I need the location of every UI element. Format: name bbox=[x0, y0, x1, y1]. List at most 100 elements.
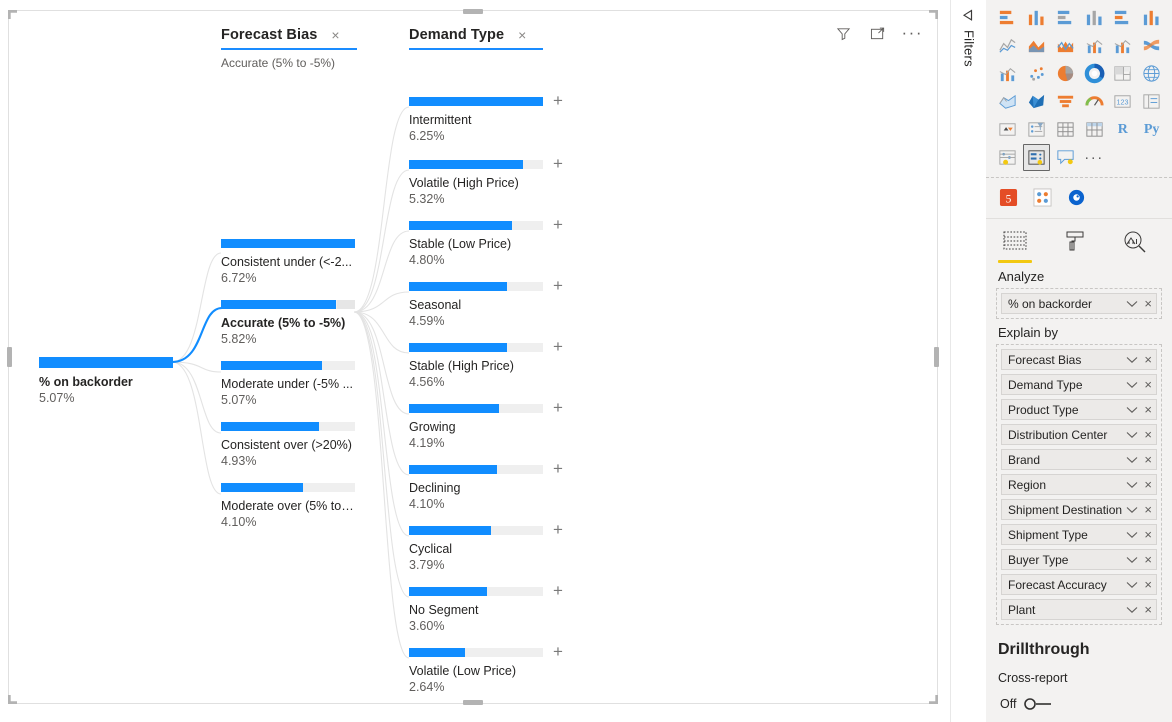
r-script-visual-icon[interactable]: R bbox=[1109, 116, 1136, 143]
column-close-icon[interactable]: × bbox=[518, 27, 526, 43]
html-visual-icon[interactable]: 5 bbox=[994, 184, 1022, 210]
field-chip-explain-by[interactable]: Plant × bbox=[1001, 599, 1157, 620]
resize-handle-bottom-left[interactable] bbox=[8, 695, 17, 704]
pie-chart-icon[interactable] bbox=[1052, 60, 1079, 87]
tree-node[interactable]: + Intermittent 6.25% bbox=[409, 92, 563, 143]
expand-node-icon[interactable]: + bbox=[553, 460, 563, 478]
chevron-down-icon[interactable] bbox=[1126, 456, 1138, 464]
tree-root-node[interactable]: % on backorder 5.07% bbox=[39, 357, 173, 405]
decomposition-tree-visual[interactable]: ··· Forecast Bias × Accurate (5% to -5%)… bbox=[7, 9, 939, 705]
remove-field-icon[interactable]: × bbox=[1144, 353, 1152, 366]
tree-node[interactable]: + Volatile (High Price) 5.32% bbox=[409, 155, 563, 206]
tree-node-selected[interactable]: Accurate (5% to -5%) 5.82% bbox=[221, 300, 355, 346]
python-visual-icon[interactable]: Py bbox=[1138, 116, 1165, 143]
field-chip-explain-by[interactable]: Region × bbox=[1001, 474, 1157, 495]
filters-pane-collapsed[interactable]: Filters bbox=[950, 0, 988, 722]
decomposition-tree-icon[interactable] bbox=[1022, 144, 1050, 171]
tree-node[interactable]: Moderate under (-5% ... 5.07% bbox=[221, 361, 355, 407]
stacked-area-chart-icon[interactable] bbox=[1052, 32, 1079, 59]
chevron-down-icon[interactable] bbox=[1126, 356, 1138, 364]
stacked-bar-chart-icon[interactable] bbox=[994, 4, 1021, 31]
field-chip-analyze[interactable]: % on backorder × bbox=[1001, 293, 1157, 314]
qa-visual-icon[interactable] bbox=[1052, 144, 1079, 171]
remove-field-icon[interactable]: × bbox=[1144, 478, 1152, 491]
fields-tab[interactable] bbox=[998, 229, 1032, 263]
cross-report-toggle-row[interactable]: Off bbox=[986, 685, 1172, 711]
paginated-report-icon[interactable] bbox=[1062, 184, 1090, 210]
column-close-icon[interactable]: × bbox=[331, 27, 339, 43]
tree-node[interactable]: + No Segment 3.60% bbox=[409, 582, 563, 633]
tree-node[interactable]: + Growing 4.19% bbox=[409, 399, 563, 450]
remove-field-icon[interactable]: × bbox=[1144, 528, 1152, 541]
chevron-down-icon[interactable] bbox=[1126, 556, 1138, 564]
field-chip-explain-by[interactable]: Demand Type × bbox=[1001, 374, 1157, 395]
100-stacked-bar-chart-icon[interactable] bbox=[1109, 4, 1136, 31]
field-chip-explain-by[interactable]: Distribution Center × bbox=[1001, 424, 1157, 445]
chevron-down-icon[interactable] bbox=[1126, 406, 1138, 414]
resize-handle-right[interactable] bbox=[934, 347, 939, 367]
waterfall-chart-icon[interactable] bbox=[994, 60, 1021, 87]
map-icon[interactable] bbox=[1138, 60, 1165, 87]
analyze-field-well[interactable]: % on backorder × bbox=[996, 288, 1162, 319]
chevron-down-icon[interactable] bbox=[1126, 581, 1138, 589]
expand-node-icon[interactable]: + bbox=[553, 399, 563, 417]
field-chip-explain-by[interactable]: Product Type × bbox=[1001, 399, 1157, 420]
shape-map-icon[interactable] bbox=[1023, 88, 1050, 115]
collapse-arrow-icon[interactable] bbox=[960, 8, 977, 26]
chevron-down-icon[interactable] bbox=[1126, 300, 1138, 308]
resize-handle-top[interactable] bbox=[463, 9, 483, 14]
expand-node-icon[interactable]: + bbox=[553, 216, 563, 234]
tree-node[interactable]: Consistent over (>20%) 4.93% bbox=[221, 422, 355, 468]
tree-node[interactable]: + Cyclical 3.79% bbox=[409, 521, 563, 572]
multi-row-card-icon[interactable] bbox=[1138, 88, 1165, 115]
key-influencers-icon[interactable] bbox=[994, 144, 1021, 171]
chevron-down-icon[interactable] bbox=[1126, 431, 1138, 439]
remove-field-icon[interactable]: × bbox=[1144, 603, 1152, 616]
tree-node[interactable]: Moderate over (5% to ... 4.10% bbox=[221, 483, 355, 529]
donut-chart-icon[interactable] bbox=[1081, 60, 1108, 87]
tree-node[interactable]: + Stable (High Price) 4.56% bbox=[409, 338, 563, 389]
chevron-down-icon[interactable] bbox=[1126, 606, 1138, 614]
expand-node-icon[interactable]: + bbox=[553, 277, 563, 295]
ribbon-chart-icon[interactable] bbox=[1138, 32, 1165, 59]
remove-field-icon[interactable]: × bbox=[1144, 403, 1152, 416]
resize-handle-top-right[interactable] bbox=[929, 10, 938, 19]
field-chip-explain-by[interactable]: Forecast Bias × bbox=[1001, 349, 1157, 370]
tree-node[interactable]: + Declining 4.10% bbox=[409, 460, 563, 511]
treemap-icon[interactable] bbox=[1109, 60, 1136, 87]
chevron-down-icon[interactable] bbox=[1126, 381, 1138, 389]
kpi-icon[interactable] bbox=[994, 116, 1021, 143]
resize-handle-bottom-right[interactable] bbox=[929, 695, 938, 704]
expand-node-icon[interactable]: + bbox=[553, 521, 563, 539]
filled-map-icon[interactable] bbox=[994, 88, 1021, 115]
remove-field-icon[interactable]: × bbox=[1144, 578, 1152, 591]
remove-field-icon[interactable]: × bbox=[1144, 378, 1152, 391]
scatter-chart-icon[interactable] bbox=[1023, 60, 1050, 87]
resize-handle-left[interactable] bbox=[7, 347, 12, 367]
line-clustered-column-icon[interactable] bbox=[1109, 32, 1136, 59]
expand-node-icon[interactable]: + bbox=[553, 582, 563, 600]
field-chip-explain-by[interactable]: Brand × bbox=[1001, 449, 1157, 470]
explain-by-field-well[interactable]: Forecast Bias × Demand Type × Product Type × D… bbox=[996, 344, 1162, 625]
focus-mode-icon[interactable] bbox=[868, 23, 888, 43]
resize-handle-top-left[interactable] bbox=[8, 10, 17, 19]
matrix-icon[interactable] bbox=[1081, 116, 1108, 143]
tree-node[interactable]: + Stable (Low Price) 4.80% bbox=[409, 216, 563, 267]
expand-node-icon[interactable]: + bbox=[553, 155, 563, 173]
table-icon[interactable] bbox=[1052, 116, 1079, 143]
card-icon[interactable]: 123 bbox=[1109, 88, 1136, 115]
line-chart-icon[interactable] bbox=[994, 32, 1021, 59]
field-chip-explain-by[interactable]: Shipment Type × bbox=[1001, 524, 1157, 545]
stacked-column-chart-icon[interactable] bbox=[1023, 4, 1050, 31]
tree-node[interactable]: + Volatile (Low Price) 2.64% bbox=[409, 643, 563, 694]
gauge-icon[interactable] bbox=[1081, 88, 1108, 115]
clustered-column-chart-icon[interactable] bbox=[1081, 4, 1108, 31]
slicer-icon[interactable] bbox=[1023, 116, 1050, 143]
smart-narrative-icon[interactable] bbox=[1028, 184, 1056, 210]
chevron-down-icon[interactable] bbox=[1126, 506, 1138, 514]
field-chip-explain-by[interactable]: Buyer Type × bbox=[1001, 549, 1157, 570]
expand-node-icon[interactable]: + bbox=[553, 643, 563, 661]
more-options-icon[interactable]: ··· bbox=[902, 24, 923, 41]
toggle-switch-off-icon[interactable] bbox=[1023, 697, 1057, 711]
resize-handle-bottom[interactable] bbox=[463, 700, 483, 705]
